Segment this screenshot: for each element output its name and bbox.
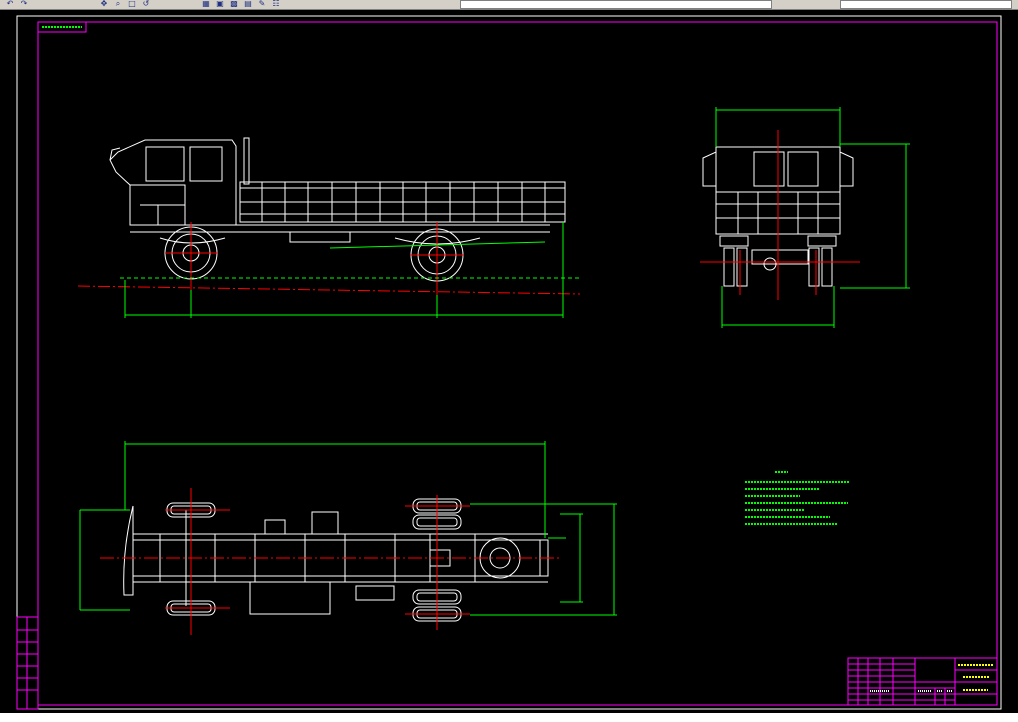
tool-palettes-icon[interactable]: ▩ [228,0,240,8]
zoom-window-icon[interactable]: □ [126,0,138,8]
technical-notes [745,471,850,525]
calculator-icon[interactable]: ☷ [270,0,282,8]
top-view-dimensions [79,441,617,616]
zoom-previous-icon[interactable]: ↺ [140,0,152,8]
markup-icon[interactable]: ✎ [256,0,268,8]
design-center-icon[interactable]: ▣ [214,0,226,8]
properties-icon[interactable]: ▦ [200,0,212,8]
drawing-tag [37,21,87,33]
side-view [109,137,566,282]
sheet-outer-border [16,15,1002,710]
zoom-realtime-icon[interactable]: ⌕ [112,0,124,8]
redo-icon[interactable]: ↷ [18,0,30,8]
undo-icon[interactable]: ↶ [4,0,16,8]
layer-dropdown[interactable] [460,0,772,9]
pan-icon[interactable]: ✥ [98,0,110,8]
top-view [123,505,549,615]
sheet-set-icon[interactable]: ▤ [242,0,254,8]
title-block-text [958,664,994,691]
style-dropdown[interactable] [840,0,1012,9]
side-view-centerlines [77,222,581,295]
revision-block [16,616,39,710]
drawing-canvas[interactable] [0,10,1018,713]
sheet-inner-border [37,21,998,706]
command-line[interactable] [0,713,1018,722]
toolbar: ↶ ↷ ✥ ⌕ □ ↺ ▦ ▣ ▩ ▤ ✎ ☷ [0,0,1018,10]
